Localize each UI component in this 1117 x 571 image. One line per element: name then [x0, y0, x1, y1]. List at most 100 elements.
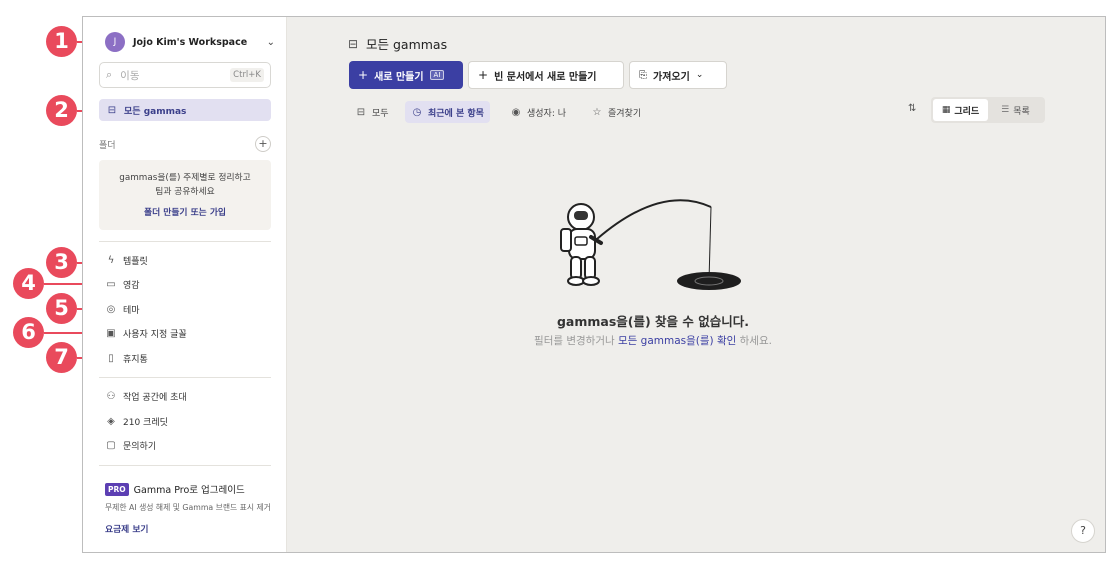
callout-4: 4: [13, 268, 44, 299]
promo-title-label: Gamma Pro로 업그레이드: [133, 485, 245, 496]
sidebar-item-contact[interactable]: ▢ 문의하기: [105, 436, 156, 454]
filter-recent[interactable]: ◷ 최근에 본 항목: [405, 101, 490, 123]
sidebar-item-label: 영감: [123, 280, 140, 291]
trash-icon: ▯: [108, 352, 114, 364]
callout-6: 6: [13, 317, 44, 348]
sidebar-item-label: 휴지통: [123, 354, 148, 365]
search-icon: ⌕: [106, 68, 113, 81]
sidebar-item-themes[interactable]: ◎ 테마: [105, 300, 140, 318]
list-icon: ☰: [1001, 105, 1010, 115]
import-icon: ⎘: [639, 69, 647, 81]
empty-sub-text: 필터를 변경하거나: [534, 335, 615, 347]
sidebar-item-label: 사용자 지정 글꼴: [123, 329, 187, 340]
folders-empty-desc: gammas을(를) 주제별로 정리하고 팀과 공유하세요: [119, 173, 251, 197]
filter-label: 모두: [372, 108, 389, 119]
font-icon: ▣: [106, 327, 116, 339]
import-button[interactable]: ⎘ 가져오기 ⌄: [629, 61, 727, 89]
sidebar-item-credits[interactable]: ◈ 210 크레딧: [105, 412, 168, 430]
callout-3: 3: [46, 247, 77, 278]
chevron-down-icon: ⌄: [695, 70, 704, 80]
sidebar-item-inspiration[interactable]: ▭ 영감: [105, 275, 140, 293]
filter-label: 최근에 본 항목: [428, 108, 484, 119]
palette-icon: ◎: [106, 303, 116, 315]
stack-icon: ⊟: [356, 106, 366, 118]
new-blank-label: 빈 문서에서 새로 만들기: [494, 71, 597, 83]
stack-icon: ⊟: [107, 104, 117, 116]
promo-title: PRO Gamma Pro로 업그레이드: [105, 482, 275, 496]
credits-icon: ◈: [107, 415, 115, 427]
upgrade-promo: PRO Gamma Pro로 업그레이드 무제한 AI 생성 해제 및 Gamm…: [105, 482, 275, 535]
filter-created-by-me[interactable]: ◉ 생성자: 나: [504, 101, 572, 123]
sidebar-item-invite[interactable]: ⚇ 작업 공간에 초대: [105, 387, 187, 405]
star-icon: ☆: [592, 106, 602, 118]
promo-desc: 무제한 AI 생성 해제 및 Gamma 브랜드 표시 제거: [105, 503, 271, 512]
divider: [99, 241, 271, 242]
new-blank-button[interactable]: + 빈 문서에서 새로 만들기: [468, 61, 624, 89]
divider: [99, 377, 271, 378]
astronaut-fishing-illustration: [560, 199, 741, 290]
invite-icon: ⚇: [106, 390, 116, 402]
sort-icon[interactable]: ⇅: [908, 103, 916, 114]
clock-icon: ◷: [412, 106, 422, 118]
callout-5: 5: [46, 293, 77, 324]
callout-1: 1: [46, 26, 77, 57]
new-button-label: 새로 만들기: [374, 71, 424, 83]
sidebar: J Jojo Kim's Workspace ⌄ ⌕ 이동 Ctrl+K ⊟ 모…: [83, 17, 287, 552]
avatar: J: [105, 32, 125, 52]
app-window: J Jojo Kim's Workspace ⌄ ⌕ 이동 Ctrl+K ⊟ 모…: [82, 16, 1106, 553]
list-view-button[interactable]: ☰ 목록: [988, 99, 1043, 121]
page-title-label: 모든 gammas: [366, 37, 448, 52]
sidebar-item-all-gammas[interactable]: ⊟ 모든 gammas: [99, 99, 271, 121]
template-icon: ϟ: [107, 254, 115, 266]
view-plans-link[interactable]: 요금제 보기: [105, 522, 275, 535]
empty-state-subtitle: 필터를 변경하거나 모든 gammas을(를) 확인 하세요.: [479, 333, 827, 348]
view-all-gammas-link[interactable]: 모든 gammas을(를) 확인: [618, 335, 736, 347]
search-placeholder: 이동: [120, 69, 140, 82]
sidebar-item-label: 모든 gammas: [124, 106, 187, 117]
sidebar-item-templates[interactable]: ϟ 템플릿: [105, 251, 148, 269]
create-folder-link[interactable]: 폴더 만들기 또는 가입: [99, 205, 271, 218]
filter-favorites[interactable]: ☆ 즐겨찾기: [585, 101, 647, 123]
list-view-label: 목록: [1013, 106, 1030, 117]
sidebar-item-label: 테마: [123, 305, 140, 316]
workspace-switcher[interactable]: J Jojo Kim's Workspace ⌄: [105, 30, 275, 54]
folders-empty-box: gammas을(를) 주제별로 정리하고 팀과 공유하세요 폴더 만들기 또는 …: [99, 160, 271, 230]
help-button[interactable]: ?: [1071, 519, 1095, 543]
book-icon: ▭: [106, 278, 116, 290]
filter-label: 즐겨찾기: [608, 108, 642, 119]
callout-2: 2: [46, 95, 77, 126]
divider: [99, 465, 271, 466]
ai-badge: AI: [429, 70, 445, 80]
import-label: 가져오기: [653, 71, 690, 83]
sidebar-item-label: 작업 공간에 초대: [123, 392, 187, 403]
sidebar-item-label: 210 크레딧: [123, 417, 168, 428]
folders-label: 폴더: [99, 140, 116, 151]
empty-state-title: gammas을(를) 찾을 수 없습니다.: [556, 314, 750, 329]
plus-icon: +: [358, 68, 369, 82]
empty-sub-text: 하세요.: [739, 335, 772, 347]
pro-badge: PRO: [105, 482, 129, 496]
view-toggle: ▦ 그리드 ☰ 목록: [931, 97, 1045, 123]
grid-view-button[interactable]: ▦ 그리드: [933, 99, 988, 121]
callout-7: 7: [46, 342, 77, 373]
new-ai-button[interactable]: + 새로 만들기 AI: [349, 61, 463, 89]
user-icon: ◉: [511, 106, 521, 118]
chevron-down-icon: ⌄: [266, 36, 275, 48]
folders-header: 폴더 +: [99, 135, 271, 153]
sidebar-item-custom-fonts[interactable]: ▣ 사용자 지정 글꼴: [105, 324, 187, 342]
grid-icon: ▦: [941, 105, 951, 115]
workspace-name: Jojo Kim's Workspace: [133, 36, 248, 48]
sidebar-item-label: 템플릿: [123, 256, 148, 267]
chat-icon: ▢: [106, 439, 116, 451]
add-folder-button[interactable]: +: [255, 136, 271, 152]
grid-view-label: 그리드: [954, 106, 980, 117]
page-title: ⊟ 모든 gammas: [347, 34, 447, 53]
filter-label: 생성자: 나: [527, 108, 567, 119]
shortcut-badge: Ctrl+K: [230, 68, 264, 82]
sidebar-item-label: 문의하기: [123, 441, 157, 452]
stack-icon: ⊟: [347, 36, 359, 51]
search-input[interactable]: ⌕ 이동 Ctrl+K: [99, 62, 271, 88]
plus-icon: +: [478, 68, 489, 82]
filter-all[interactable]: ⊟ 모두: [349, 101, 395, 123]
sidebar-item-trash[interactable]: ▯ 휴지통: [105, 349, 148, 367]
